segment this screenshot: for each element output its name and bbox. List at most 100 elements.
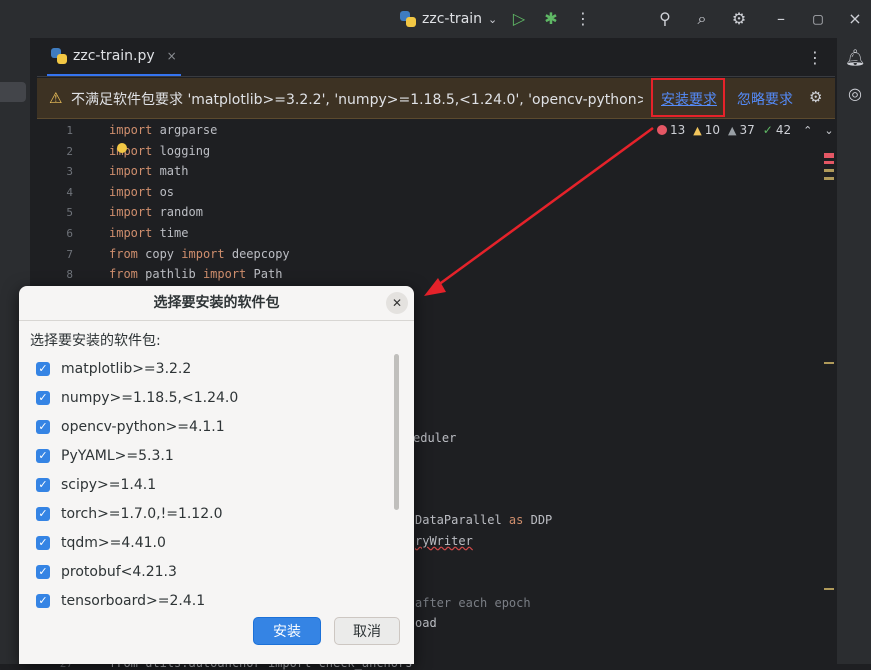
code-fragment: oad [415, 616, 437, 630]
line-number: 8 [66, 268, 73, 282]
python-file-icon [51, 48, 67, 64]
warning-stripe-marker[interactable] [824, 169, 834, 172]
settings-icon[interactable]: ⚙ [729, 9, 749, 29]
checkbox-checked-icon[interactable]: ✓ [36, 594, 50, 608]
error-stripe-marker[interactable] [824, 153, 834, 158]
weak-warning-icon: ▲ [728, 123, 737, 137]
checkbox-checked-icon[interactable]: ✓ [36, 449, 50, 463]
code-fragment-text: DDP [523, 513, 553, 527]
package-checkbox-row[interactable]: ✓ protobuf<4.21.3 [36, 560, 177, 584]
package-checkbox-row[interactable]: ✓ matplotlib>=3.2.2 [36, 357, 191, 381]
close-icon[interactable]: × [845, 9, 865, 29]
notifications-icon[interactable]: 🔔︎ [845, 48, 865, 68]
code-keyword: from [109, 267, 138, 282]
code-fragment: DataParallel as DDP [415, 513, 552, 527]
error-count-value: 13 [670, 123, 686, 137]
line-number: 5 [66, 206, 73, 220]
ignore-requirements-link[interactable]: 忽略要求 [737, 89, 793, 109]
package-label: torch>=1.7.0,!=1.12.0 [61, 506, 223, 522]
tab-more-icon[interactable]: ⋮ [807, 48, 823, 67]
code-comment-fragment: after each epoch [415, 596, 531, 610]
code-line: from copy import deepcopy [109, 247, 290, 261]
error-count: 13 [657, 123, 685, 137]
checkbox-checked-icon[interactable]: ✓ [36, 391, 50, 405]
package-checkbox-row[interactable]: ✓ scipy>=1.4.1 [36, 473, 156, 497]
more-vertical-icon[interactable]: ⋮ [573, 9, 593, 29]
warning-stripe-marker[interactable] [824, 177, 834, 180]
debug-icon[interactable]: ✱ [541, 9, 561, 29]
error-icon [657, 125, 667, 135]
warning-stripe-marker[interactable] [824, 362, 834, 364]
package-checkbox-row[interactable]: ✓ opencv-python>=4.1.1 [36, 415, 225, 439]
next-highlight-icon[interactable]: ⌄ [824, 124, 833, 137]
install-button[interactable]: 安装 [253, 617, 321, 645]
dialog-close-icon[interactable]: ✕ [386, 292, 408, 314]
checkbox-checked-icon[interactable]: ✓ [36, 565, 50, 579]
python-icon [400, 11, 416, 27]
ai-assistant-icon[interactable]: ◎ [845, 84, 865, 104]
typo-count-value: 42 [775, 123, 792, 137]
code-text: os [152, 184, 175, 199]
warning-count: ▲ 10 [693, 123, 720, 137]
package-label: protobuf<4.21.3 [61, 564, 177, 580]
package-checkbox-row[interactable]: ✓ numpy>=1.18.5,<1.24.0 [36, 386, 238, 410]
dialog-label: 选择要安装的软件包: [30, 333, 161, 349]
code-line: import math [109, 164, 188, 178]
checkbox-checked-icon[interactable]: ✓ [36, 507, 50, 521]
tab-label: zzc-train.py [73, 48, 155, 64]
project-tool-button[interactable] [0, 82, 26, 102]
tab-close-icon[interactable]: × [167, 49, 177, 63]
code-fragment: ryWriter [415, 534, 473, 548]
package-checkbox-row[interactable]: ✓ torch>=1.7.0,!=1.12.0 [36, 502, 222, 526]
code-keyword: import [109, 184, 153, 199]
add-user-icon[interactable]: ⚲ [655, 9, 675, 29]
code-text: argparse [152, 123, 218, 137]
line-number: 1 [66, 124, 73, 137]
run-configuration-selector[interactable]: zzc-train ⌄ [400, 8, 497, 30]
project-name: zzc-train [422, 11, 483, 27]
package-checkbox-row[interactable]: ✓ tensorboard>=2.4.1 [36, 589, 205, 613]
checkbox-checked-icon[interactable]: ✓ [36, 362, 50, 376]
typo-check-icon: ✓ [762, 123, 773, 137]
checkbox-checked-icon[interactable]: ✓ [36, 420, 50, 434]
package-label: scipy>=1.4.1 [61, 477, 157, 493]
package-label: numpy>=1.18.5,<1.24.0 [61, 390, 239, 406]
typo-count: ✓ 42 [763, 123, 791, 137]
editor-tab-bar: zzc-train.py × ⋮ [37, 38, 835, 77]
code-keyword: import [109, 164, 153, 179]
run-icon[interactable]: ▷ [509, 9, 529, 29]
lightbulb-icon[interactable] [117, 143, 127, 153]
package-label: tensorboard>=2.4.1 [61, 593, 206, 609]
cancel-button[interactable]: 取消 [334, 617, 400, 645]
code-text: Path [246, 267, 283, 282]
package-label: matplotlib>=3.2.2 [61, 361, 192, 377]
package-checkbox-row[interactable]: ✓ PyYAML>=5.3.1 [36, 444, 174, 468]
previous-highlight-icon[interactable]: ⌃ [803, 124, 812, 137]
chevron-down-icon: ⌄ [488, 12, 498, 26]
minimize-icon[interactable]: – [771, 9, 791, 29]
maximize-icon[interactable]: ▢ [808, 9, 828, 29]
code-keyword: import [109, 143, 153, 158]
checkbox-checked-icon[interactable]: ✓ [36, 478, 50, 492]
code-line: from pathlib import Path [109, 267, 282, 281]
checkbox-checked-icon[interactable]: ✓ [36, 536, 50, 550]
package-label: opencv-python>=4.1.1 [61, 419, 225, 435]
code-line: import os [109, 185, 174, 199]
error-stripe-marker[interactable] [824, 161, 834, 164]
code-keyword: from [109, 246, 138, 261]
code-line: import random [109, 205, 203, 219]
inspection-widget[interactable]: 13 ▲ 10 ▲ 37 ✓ 42 ⌃ ⌄ [657, 123, 834, 137]
line-number: 3 [66, 165, 73, 179]
search-icon[interactable]: ⌕ [692, 9, 712, 29]
weak-warning-count: ▲ 37 [728, 123, 755, 137]
code-fragment: eduler [413, 431, 457, 445]
tab-zzc-train[interactable]: zzc-train.py × [47, 38, 181, 76]
select-packages-dialog: 选择要安装的软件包 ✕ 选择要安装的软件包: ✓ matplotlib>=3.2.… [19, 286, 414, 664]
dialog-scrollbar[interactable] [394, 354, 399, 510]
banner-settings-icon[interactable]: ⚙ [809, 88, 822, 106]
warning-stripe-marker[interactable] [824, 588, 834, 590]
code-text: math [152, 164, 189, 179]
code-text: deepcopy [224, 246, 290, 261]
code-keyword: import [109, 205, 153, 220]
package-checkbox-row[interactable]: ✓ tqdm>=4.41.0 [36, 531, 166, 555]
